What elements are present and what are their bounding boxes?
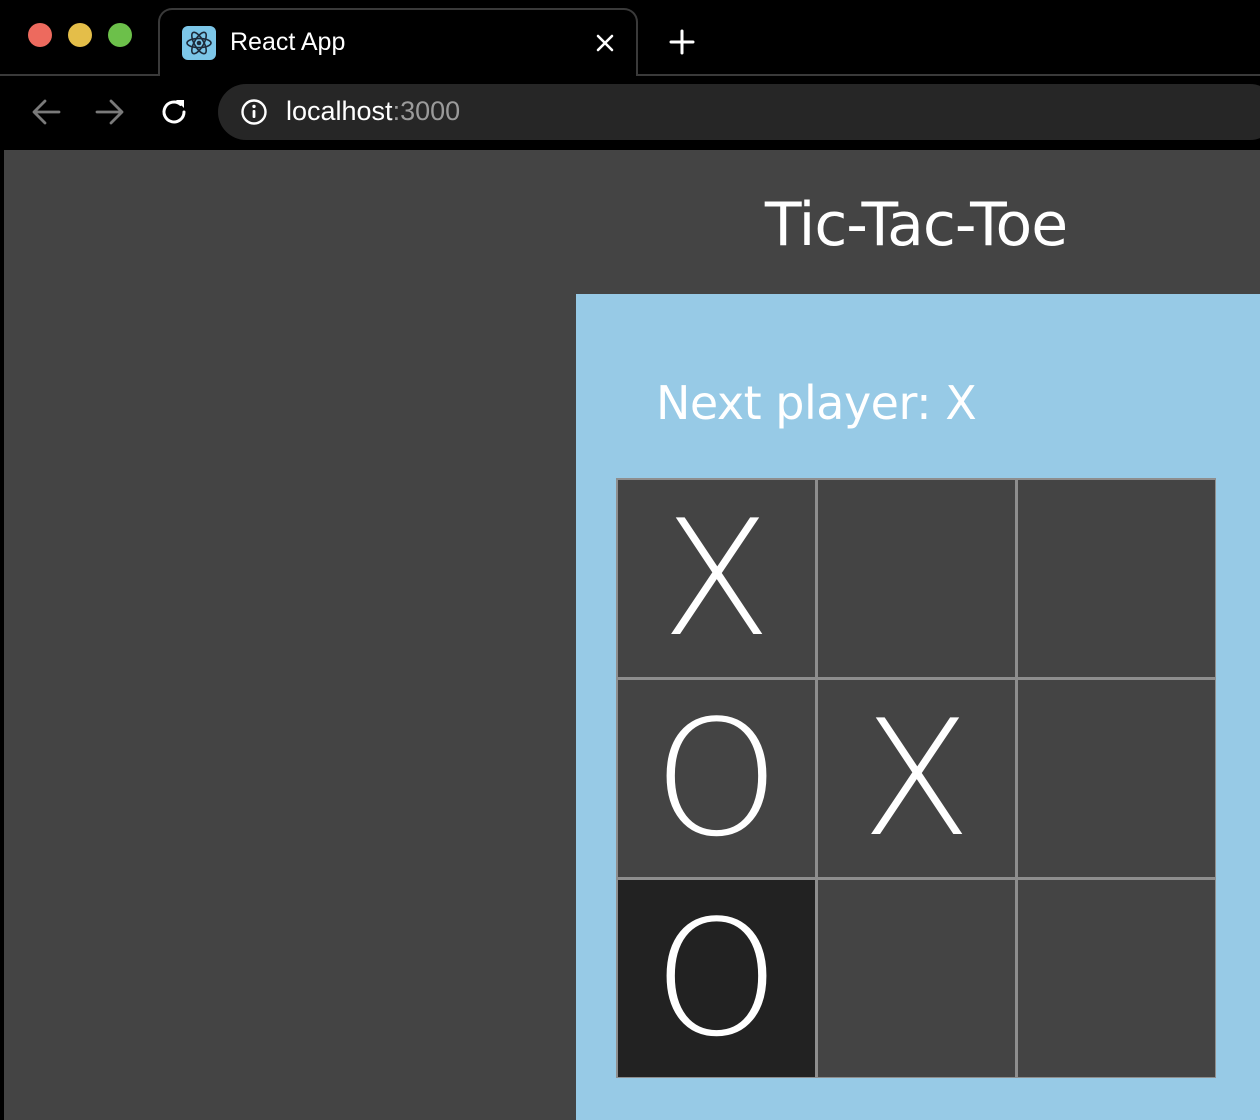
browser-chrome: React App localhost:3000 (0, 0, 1260, 150)
url-host: localhost (286, 96, 393, 126)
arrow-right-icon[interactable] (93, 95, 127, 129)
arrow-left-icon[interactable] (29, 95, 63, 129)
game-board: X O X O (616, 478, 1216, 1078)
react-logo-icon (182, 26, 216, 60)
tab-strip-divider (0, 74, 160, 76)
board-square-3[interactable] (1018, 480, 1215, 677)
page-title: Tic-Tac-Toe (764, 190, 1068, 260)
window-close-button[interactable] (28, 23, 52, 47)
tab-strip-divider (636, 74, 1260, 76)
browser-tab[interactable]: React App (158, 8, 638, 76)
tab-title: React App (230, 28, 346, 56)
url-text: localhost:3000 (286, 96, 460, 127)
board-square-4[interactable]: O (618, 680, 815, 877)
plus-icon[interactable] (666, 26, 698, 58)
board-square-1[interactable]: X (618, 480, 815, 677)
board-square-2[interactable] (818, 480, 1015, 677)
game-panel: Next player: X X O X O (576, 294, 1260, 1120)
page-viewport: Tic-Tac-Toe Next player: X X O X O (4, 150, 1260, 1120)
board-square-8[interactable] (818, 880, 1015, 1077)
board-square-5[interactable]: X (818, 680, 1015, 877)
board-square-6[interactable] (1018, 680, 1215, 877)
game-status: Next player: X (656, 376, 977, 430)
window-maximize-button[interactable] (108, 23, 132, 47)
reload-icon[interactable] (157, 95, 191, 129)
window-minimize-button[interactable] (68, 23, 92, 47)
board-square-9[interactable] (1018, 880, 1215, 1077)
address-bar[interactable]: localhost:3000 (218, 84, 1260, 140)
board-square-7[interactable]: O (618, 880, 815, 1077)
close-icon[interactable] (592, 30, 618, 56)
info-icon[interactable] (240, 98, 268, 126)
url-port: :3000 (392, 96, 461, 126)
